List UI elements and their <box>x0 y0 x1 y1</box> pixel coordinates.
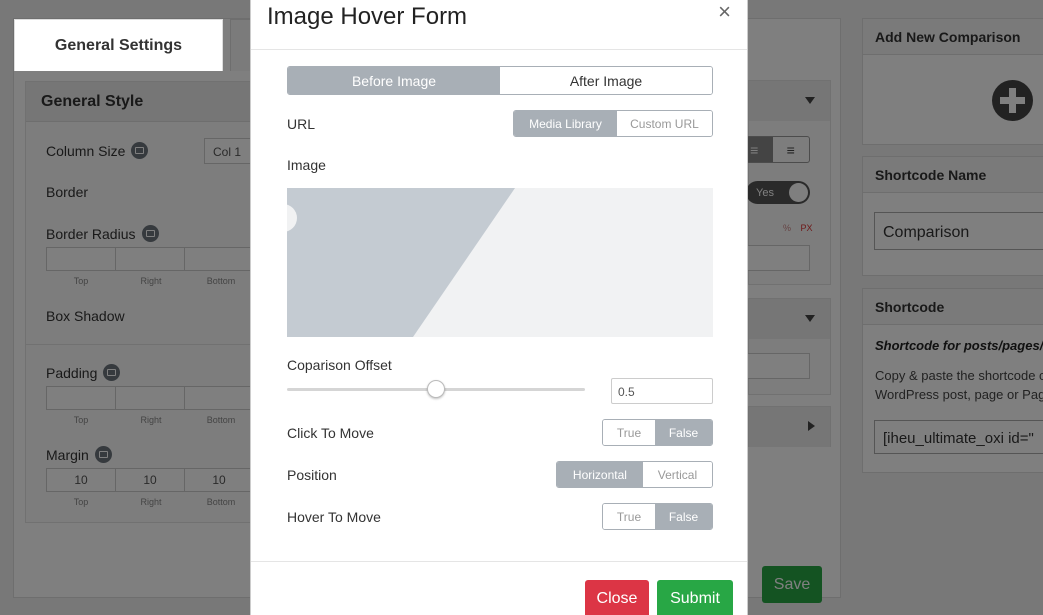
url-source-toggle: Media Library Custom URL <box>513 110 713 137</box>
hover-to-move-label: Hover To Move <box>287 509 381 525</box>
click-to-move-false[interactable]: False <box>655 420 712 445</box>
modal-footer: Close Submit <box>251 561 747 615</box>
click-to-move-toggle: True False <box>602 419 713 446</box>
image-preview[interactable] <box>287 188 713 337</box>
offset-slider-handle[interactable] <box>427 380 445 398</box>
tab-before-image[interactable]: Before Image <box>288 67 500 94</box>
custom-url-button[interactable]: Custom URL <box>616 111 712 136</box>
close-button[interactable]: Close <box>585 580 649 615</box>
hover-to-move-toggle: True False <box>602 503 713 530</box>
hover-to-move-true[interactable]: True <box>603 504 656 529</box>
close-icon[interactable]: × <box>718 1 731 23</box>
media-library-button[interactable]: Media Library <box>514 111 617 136</box>
position-label: Position <box>287 467 337 483</box>
image-label: Image <box>287 157 326 173</box>
modal-title: Image Hover Form <box>267 3 468 30</box>
image-hover-form-modal: Image Hover Form × Before Image After Im… <box>250 0 748 615</box>
hover-to-move-false[interactable]: False <box>655 504 712 529</box>
offset-label: Coparison Offset <box>287 357 392 373</box>
image-placeholder-icon <box>287 188 713 337</box>
position-horizontal[interactable]: Horizontal <box>557 462 643 487</box>
click-to-move-true[interactable]: True <box>603 420 656 445</box>
image-tabs: Before Image After Image <box>287 66 713 95</box>
tab-general-settings[interactable]: General Settings <box>14 19 223 71</box>
offset-input[interactable]: 0.5 <box>611 378 713 404</box>
position-toggle: Horizontal Vertical <box>556 461 713 488</box>
submit-button[interactable]: Submit <box>657 580 733 615</box>
position-vertical[interactable]: Vertical <box>642 462 712 487</box>
url-label: URL <box>287 116 316 132</box>
modal-header: Image Hover Form × <box>251 0 747 50</box>
click-to-move-label: Click To Move <box>287 425 374 441</box>
tab-after-image[interactable]: After Image <box>500 67 712 94</box>
